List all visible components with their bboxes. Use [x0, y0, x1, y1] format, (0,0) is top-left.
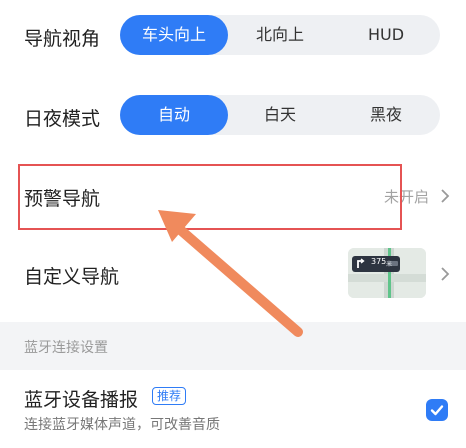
map-preview-icon — [348, 248, 426, 298]
custom-nav-preview-thumbnail: 375 米 — [348, 248, 426, 298]
nav-view-row: 导航视角 车头向上 北向上 HUD — [0, 0, 466, 70]
day-night-title: 日夜模式 — [24, 108, 101, 130]
bluetooth-broadcast-checkbox[interactable] — [426, 399, 448, 421]
custom-nav-title: 自定义导航 — [24, 266, 120, 288]
day-night-row: 日夜模式 自动 白天 黑夜 — [0, 80, 466, 150]
bluetooth-section-title: 蓝牙连接设置 — [24, 340, 108, 356]
day-night-option-auto[interactable]: 自动 — [120, 95, 228, 135]
nav-view-title: 导航视角 — [24, 28, 101, 50]
preview-distance: 375 — [371, 257, 387, 266]
checkmark-icon — [430, 405, 444, 416]
day-night-option-night[interactable]: 黑夜 — [334, 95, 438, 135]
chevron-right-icon — [441, 189, 450, 203]
bluetooth-broadcast-title: 蓝牙设备播报 — [24, 389, 139, 411]
bluetooth-broadcast-subtitle: 连接蓝牙媒体声道，可改善音质 — [24, 417, 220, 433]
day-night-segmented-control: 自动 白天 黑夜 — [120, 95, 440, 135]
nav-view-option-hud[interactable]: HUD — [334, 15, 438, 55]
nav-view-segmented-control: 车头向上 北向上 HUD — [120, 15, 440, 55]
annotation-highlight-box — [18, 164, 402, 230]
recommended-badge: 推荐 — [152, 387, 187, 405]
nav-view-option-heading-up[interactable]: 车头向上 — [120, 15, 228, 55]
chevron-right-icon — [441, 267, 450, 281]
preview-unit: 米 — [386, 261, 393, 268]
nav-view-option-north-up[interactable]: 北向上 — [230, 15, 330, 55]
day-night-option-day[interactable]: 白天 — [230, 95, 330, 135]
